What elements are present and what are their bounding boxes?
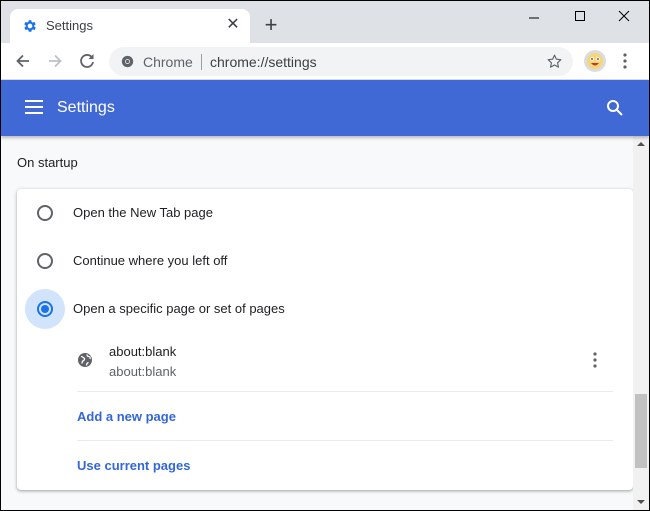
hamburger-menu-icon[interactable]	[25, 100, 43, 114]
forward-button[interactable]	[45, 51, 65, 71]
profile-avatar[interactable]	[584, 50, 606, 72]
add-new-page-link[interactable]: Add a new page	[77, 409, 176, 424]
more-actions-icon[interactable]	[587, 351, 603, 369]
settings-content: On startup Open the New Tab page Continu…	[1, 136, 649, 510]
back-button[interactable]	[13, 51, 33, 71]
reload-button[interactable]	[77, 51, 97, 71]
chip-separator	[201, 54, 202, 70]
tab-close-button[interactable]: ✕	[224, 16, 242, 34]
site-chip: Chrome	[143, 54, 193, 70]
radio-button-checked[interactable]	[37, 301, 53, 317]
use-current-pages-link[interactable]: Use current pages	[77, 458, 190, 473]
page-url-text: about:blank	[109, 364, 177, 379]
radio-label: Open a specific page or set of pages	[73, 301, 285, 316]
browser-toolbar: Chrome chrome://settings	[1, 43, 649, 80]
url-text[interactable]: chrome://settings	[210, 54, 317, 70]
scroll-down-arrow-icon[interactable]	[633, 494, 649, 510]
chrome-menu-button[interactable]	[619, 52, 631, 70]
radio-button[interactable]	[37, 205, 53, 221]
chrome-icon	[121, 55, 134, 68]
radio-option-specific-pages[interactable]: Open a specific page or set of pages	[17, 285, 633, 333]
add-page-row: Add a new page	[77, 392, 613, 441]
search-icon[interactable]	[606, 99, 624, 117]
minimize-button[interactable]	[519, 4, 549, 28]
scroll-up-arrow-icon[interactable]	[633, 136, 649, 152]
browser-window: Settings ✕ + Chrome chrome://settings Se…	[1, 1, 649, 510]
startup-page-entry: about:blank about:blank	[77, 337, 613, 392]
gear-icon	[24, 20, 36, 32]
maximize-button[interactable]	[565, 4, 595, 28]
new-tab-button[interactable]: +	[260, 14, 282, 36]
page-title-text: about:blank	[109, 344, 177, 359]
radio-button[interactable]	[37, 253, 53, 269]
radio-label: Continue where you left off	[73, 253, 228, 268]
radio-option-new-tab[interactable]: Open the New Tab page	[17, 189, 633, 237]
page-title: Settings	[57, 99, 115, 116]
tab-title: Settings	[46, 18, 93, 33]
tab-settings[interactable]: Settings ✕	[10, 9, 250, 43]
window-close-button[interactable]	[609, 4, 639, 28]
radio-option-continue[interactable]: Continue where you left off	[17, 237, 633, 285]
settings-header: Settings	[1, 80, 649, 136]
tab-strip: Settings ✕ +	[1, 1, 649, 43]
globe-icon	[78, 353, 92, 367]
emoji-face-icon	[587, 53, 603, 69]
radio-label: Open the New Tab page	[73, 205, 213, 220]
vertical-scrollbar[interactable]	[633, 136, 649, 510]
scrollbar-thumb[interactable]	[635, 394, 647, 468]
bookmark-star-icon[interactable]	[546, 53, 563, 70]
on-startup-card: Open the New Tab page Continue where you…	[17, 189, 633, 490]
use-current-row: Use current pages	[77, 441, 613, 490]
section-title: On startup	[17, 155, 78, 170]
address-bar[interactable]: Chrome chrome://settings	[109, 47, 573, 76]
